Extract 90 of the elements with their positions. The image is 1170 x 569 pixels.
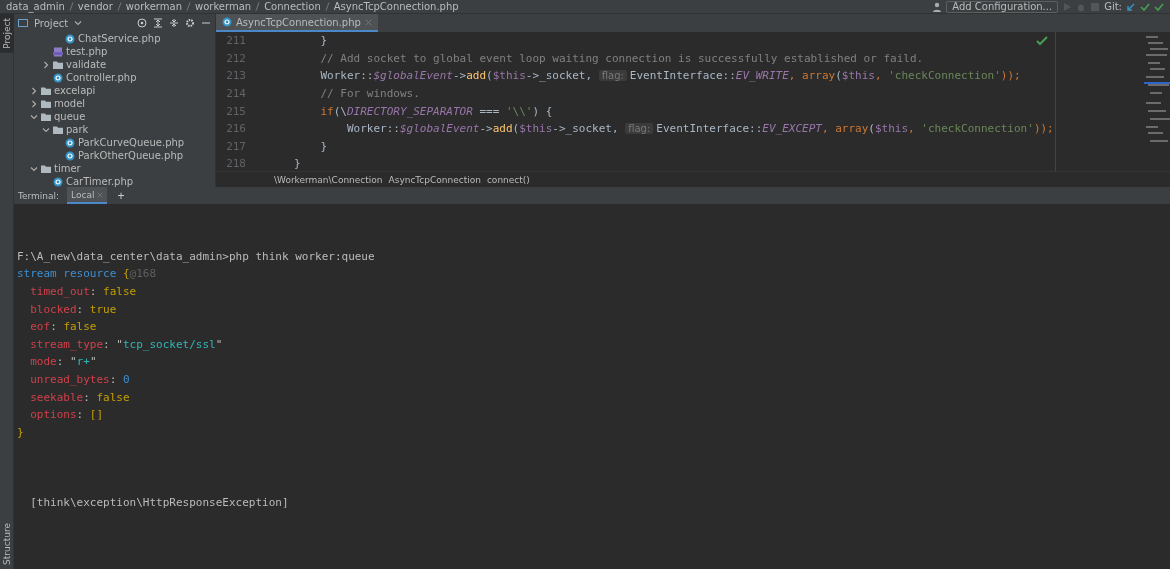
breadcrumb-item[interactable]: connect() xyxy=(486,174,530,185)
file-name[interactable]: ParkOtherQueue.php xyxy=(78,150,184,161)
target-icon xyxy=(137,18,147,28)
class-file-icon xyxy=(53,176,63,187)
close-icon xyxy=(364,18,372,26)
terminal-line: blocked: true xyxy=(29,301,117,318)
folder-icon xyxy=(41,111,51,122)
expand-icon xyxy=(153,18,163,28)
structure-side-tab[interactable]: Structure xyxy=(0,519,14,569)
folder-icon xyxy=(41,163,51,174)
code-line: 212 // Add socket to global event loop waiting connection is successfully established or faild. xyxy=(225,50,924,67)
chevron-down-icon[interactable] xyxy=(74,19,83,27)
folder-icon xyxy=(41,98,51,109)
user-icon xyxy=(932,1,943,12)
separator-icon xyxy=(116,2,122,11)
class-file-icon xyxy=(222,17,232,27)
class-file-icon xyxy=(53,72,63,83)
parameter-hint: flag: xyxy=(625,123,654,135)
collapse-icon xyxy=(169,18,179,28)
file-name[interactable]: ChatService.php xyxy=(78,33,161,44)
breadcrumb-item[interactable]: Connection xyxy=(264,1,321,12)
code-line: 218 } xyxy=(225,156,301,173)
breadcrumb-item[interactable]: workerman xyxy=(195,1,252,12)
chevron-right-icon[interactable] xyxy=(30,86,38,95)
terminal-line: mode: "r+" xyxy=(29,354,97,371)
arrow-icon xyxy=(1126,1,1136,12)
php-file-icon xyxy=(53,46,63,57)
separator-icon xyxy=(68,2,74,11)
folder-name[interactable]: validate xyxy=(66,59,107,70)
file-name[interactable]: CarTimer.php xyxy=(66,176,134,187)
project-side-tab[interactable]: Project xyxy=(0,14,14,53)
terminal-label: Terminal: xyxy=(18,190,60,201)
run-icon xyxy=(1062,1,1073,12)
chevron-right-icon[interactable] xyxy=(42,60,50,69)
add-tab-button[interactable]: + xyxy=(115,188,127,203)
folder-icon xyxy=(53,59,63,70)
code-line: 216 Worker::$globalEvent->add($this->_socket, flag: EventInterface::EV_EXCEPT, array($this, 'checkConnection')); xyxy=(225,121,1054,138)
folder-name[interactable]: model xyxy=(54,98,86,109)
add-configuration-button[interactable]: Add Configuration... xyxy=(946,0,1059,13)
terminal-line: eof: false xyxy=(29,319,97,336)
terminal-line: timed_out: false xyxy=(29,284,137,301)
folder-name[interactable]: timer xyxy=(54,163,81,174)
chevron-down-icon[interactable] xyxy=(30,164,38,173)
chevron-down-icon[interactable] xyxy=(30,112,38,121)
terminal-tab[interactable]: Local xyxy=(67,187,108,204)
editor-tab[interactable]: AsyncTcpConnection.php xyxy=(216,14,378,32)
close-icon xyxy=(97,191,104,198)
class-file-icon xyxy=(65,150,75,161)
code-line: 213 Worker::$globalEvent->add($this->_socket, flag: EventInterface::EV_WRITE, array($this, 'checkConnection')); xyxy=(225,68,1021,85)
chevron-down-icon[interactable] xyxy=(42,125,50,134)
file-name[interactable]: Controller.php xyxy=(66,72,137,83)
breadcrumb-item[interactable]: vendor xyxy=(77,1,113,12)
breadcrumb-item[interactable]: \Workerman\Connection xyxy=(274,174,383,185)
parameter-hint: flag: xyxy=(598,70,627,82)
settings-icon xyxy=(185,18,195,28)
window-icon xyxy=(18,18,28,28)
folder-name[interactable]: excelapi xyxy=(54,85,96,96)
terminal-line: seekable: false xyxy=(29,389,130,406)
terminal-line: } xyxy=(17,424,24,441)
separator-icon xyxy=(186,2,191,11)
folder-icon xyxy=(53,124,63,135)
stop-icon xyxy=(1090,1,1101,12)
git-label: Git: xyxy=(1104,1,1122,12)
separator-icon xyxy=(324,2,330,11)
code-line: 215 if(\DIRECTORY_SEPARATOR === '\\') { xyxy=(225,103,553,120)
file-name[interactable]: ParkCurveQueue.php xyxy=(78,137,185,148)
breadcrumb-item[interactable]: workerman xyxy=(125,1,182,12)
folder-name[interactable]: queue xyxy=(54,111,86,122)
separator-icon xyxy=(255,2,261,11)
folder-name[interactable]: park xyxy=(66,124,89,135)
terminal-line: unread_bytes: 0 xyxy=(29,372,130,389)
terminal-line: options: [] xyxy=(29,407,104,424)
file-name[interactable]: test.php xyxy=(66,46,108,57)
terminal-line: F:\A_new\data_center\data_admin>php think worker:queue xyxy=(17,248,375,265)
terminal-line: stream_type: "tcp_socket/ssl" xyxy=(29,336,223,353)
code-line: 214 // For windows. xyxy=(225,86,420,103)
checkmark-icon xyxy=(1140,1,1150,12)
project-panel-title[interactable]: Project xyxy=(34,17,69,29)
breadcrumb-item[interactable]: data_admin xyxy=(6,1,65,12)
checkmark-icon xyxy=(1154,1,1164,12)
class-file-icon xyxy=(65,137,75,148)
breadcrumb-item[interactable]: AsyncTcpConnection.php xyxy=(333,1,459,12)
code-line: 217 } xyxy=(225,138,328,155)
code-line: 211 } xyxy=(225,33,328,50)
chevron-right-icon[interactable] xyxy=(30,99,38,108)
terminal-line: [think\exception\HttpResponseException] xyxy=(29,495,289,512)
class-file-icon xyxy=(65,33,75,44)
checkmark-icon xyxy=(1036,36,1048,46)
breadcrumb-item[interactable]: AsyncTcpConnection xyxy=(388,174,481,185)
folder-icon xyxy=(41,85,51,96)
